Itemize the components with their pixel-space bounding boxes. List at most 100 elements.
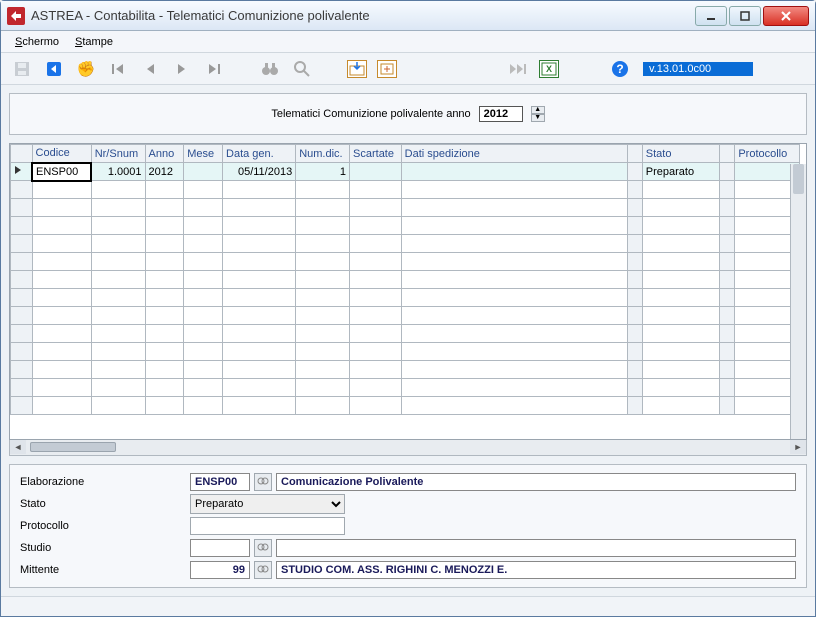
cell-numdic[interactable] [296, 361, 350, 379]
cell-codice[interactable] [32, 181, 91, 199]
table-row[interactable] [11, 271, 800, 289]
menu-stampe[interactable]: Stampe [71, 34, 117, 50]
cell-mese[interactable] [184, 289, 223, 307]
cell-anno[interactable] [145, 217, 184, 235]
excel-icon[interactable]: X [539, 60, 559, 78]
cell-anno[interactable] [145, 325, 184, 343]
cell-stato[interactable] [642, 343, 720, 361]
cell-sep[interactable] [627, 181, 642, 199]
cell-sep[interactable] [627, 379, 642, 397]
cell-mese[interactable] [184, 217, 223, 235]
studio-code[interactable] [190, 539, 250, 557]
cell-codice[interactable] [32, 199, 91, 217]
cell-datagen[interactable] [223, 253, 296, 271]
help-icon[interactable]: ? [609, 58, 631, 80]
cell-sep[interactable] [720, 181, 735, 199]
cell-datagen[interactable]: 05/11/2013 [223, 163, 296, 181]
col-nrsnum[interactable]: Nr/Snum [91, 145, 145, 163]
cell-scartate[interactable] [350, 199, 402, 217]
cell-scartate[interactable] [350, 271, 402, 289]
cell-codice[interactable] [32, 361, 91, 379]
col-scartate[interactable]: Scartate [350, 145, 402, 163]
cell-stato[interactable] [642, 253, 720, 271]
cell-datisped[interactable] [401, 253, 627, 271]
cell-sep[interactable] [627, 235, 642, 253]
cell-codice[interactable] [32, 217, 91, 235]
table-row[interactable] [11, 253, 800, 271]
cell-numdic[interactable] [296, 325, 350, 343]
year-up-button[interactable]: ▲ [531, 106, 545, 114]
cell-stato[interactable] [642, 235, 720, 253]
cell-nrsnum[interactable] [91, 379, 145, 397]
protocollo-input[interactable] [190, 517, 345, 535]
cell-datagen[interactable] [223, 289, 296, 307]
cell-sep[interactable] [627, 361, 642, 379]
cell-sep[interactable] [720, 379, 735, 397]
cell-scartate[interactable] [350, 379, 402, 397]
table-row[interactable] [11, 181, 800, 199]
cell-sep[interactable] [720, 325, 735, 343]
cell-datagen[interactable] [223, 181, 296, 199]
cell-numdic[interactable] [296, 289, 350, 307]
cell-sep[interactable] [627, 199, 642, 217]
first-icon[interactable] [107, 58, 129, 80]
cell-sep[interactable] [627, 289, 642, 307]
table-row[interactable] [11, 235, 800, 253]
cell-sep[interactable] [627, 325, 642, 343]
cell-datagen[interactable] [223, 199, 296, 217]
cell-numdic[interactable] [296, 271, 350, 289]
cell-sep[interactable] [720, 163, 735, 181]
cell-codice[interactable] [32, 379, 91, 397]
cell-anno[interactable]: 2012 [145, 163, 184, 181]
table-row[interactable] [11, 325, 800, 343]
col-numdic[interactable]: Num.dic. [296, 145, 350, 163]
import-icon[interactable] [347, 60, 367, 78]
cell-datagen[interactable] [223, 235, 296, 253]
cell-mese[interactable] [184, 397, 223, 415]
year-down-button[interactable]: ▼ [531, 114, 545, 122]
cell-nrsnum[interactable] [91, 343, 145, 361]
cell-datisped[interactable] [401, 181, 627, 199]
table-row[interactable] [11, 361, 800, 379]
cell-numdic[interactable] [296, 199, 350, 217]
cell-sep[interactable] [720, 289, 735, 307]
cell-sep[interactable] [627, 397, 642, 415]
next-icon[interactable] [171, 58, 193, 80]
menu-schermo[interactable]: Schermo [11, 34, 63, 50]
cell-nrsnum[interactable] [91, 307, 145, 325]
cell-mese[interactable] [184, 325, 223, 343]
cell-sep[interactable] [720, 253, 735, 271]
cell-mese[interactable] [184, 235, 223, 253]
cell-mese[interactable] [184, 163, 223, 181]
mittente-lookup-button[interactable] [254, 561, 272, 579]
cell-sep[interactable] [720, 271, 735, 289]
cell-scartate[interactable] [350, 307, 402, 325]
cell-datisped[interactable] [401, 361, 627, 379]
cell-datisped[interactable] [401, 289, 627, 307]
cell-datisped[interactable] [401, 271, 627, 289]
maximize-button[interactable] [729, 6, 761, 26]
cell-numdic[interactable] [296, 181, 350, 199]
cell-sep[interactable] [720, 235, 735, 253]
scroll-left-button[interactable]: ◄ [10, 440, 26, 454]
cell-sep[interactable] [720, 361, 735, 379]
studio-lookup-button[interactable] [254, 539, 272, 557]
col-mese[interactable]: Mese [184, 145, 223, 163]
cell-datagen[interactable] [223, 325, 296, 343]
cell-stato[interactable] [642, 199, 720, 217]
horizontal-scrollbar[interactable]: ◄ ► [9, 440, 807, 456]
cell-sep[interactable] [720, 397, 735, 415]
cell-stato[interactable] [642, 397, 720, 415]
cell-codice[interactable] [32, 325, 91, 343]
year-input[interactable]: 2012 [479, 106, 523, 122]
cell-nrsnum[interactable] [91, 325, 145, 343]
table-row[interactable] [11, 217, 800, 235]
cell-anno[interactable] [145, 289, 184, 307]
cell-sep[interactable] [627, 217, 642, 235]
cell-codice[interactable] [32, 235, 91, 253]
cell-nrsnum[interactable] [91, 271, 145, 289]
cell-sep[interactable] [720, 343, 735, 361]
col-codice[interactable]: Codice [32, 145, 91, 163]
cell-mese[interactable] [184, 253, 223, 271]
cell-nrsnum[interactable] [91, 217, 145, 235]
